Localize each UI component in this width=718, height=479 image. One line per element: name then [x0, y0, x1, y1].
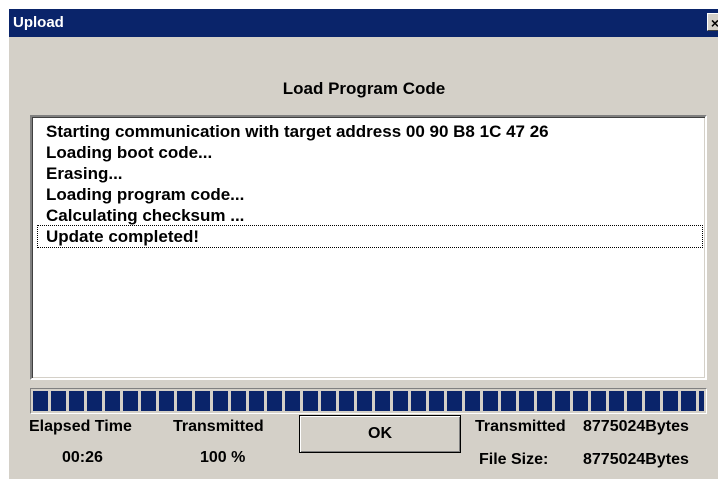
window-title: Upload	[13, 14, 64, 31]
transmitted-percent: 100 %	[200, 449, 246, 466]
ok-button[interactable]: OK	[299, 415, 461, 453]
transmitted-bytes-label: Transmitted	[475, 418, 566, 435]
close-button[interactable]: ×	[707, 13, 718, 31]
dialog-heading: Load Program Code	[282, 79, 446, 98]
transmitted-label: Transmitted	[173, 418, 264, 435]
upload-dialog: Upload × Load Program Code Starting comm…	[8, 8, 718, 479]
log-line: Erasing...	[46, 164, 123, 183]
file-size-label: File Size:	[479, 451, 549, 468]
log-line: Loading boot code...	[46, 143, 213, 162]
title-bar[interactable]: Upload ×	[9, 9, 718, 37]
elapsed-time-label: Elapsed Time	[29, 418, 132, 435]
elapsed-time-value: 00:26	[62, 449, 103, 466]
log-line: Loading program code...	[46, 185, 245, 204]
progress-bar	[30, 388, 707, 414]
file-size-value: 8775024Bytes	[583, 451, 689, 468]
log-listbox[interactable]: Starting communication with target addre…	[30, 115, 707, 380]
log-line-selected: Update completed!	[37, 225, 703, 248]
transmitted-bytes-value: 8775024Bytes	[583, 418, 689, 435]
log-line: Starting communication with target addre…	[46, 122, 549, 141]
log-line: Calculating checksum ...	[46, 206, 245, 225]
progress-fill	[33, 391, 704, 411]
